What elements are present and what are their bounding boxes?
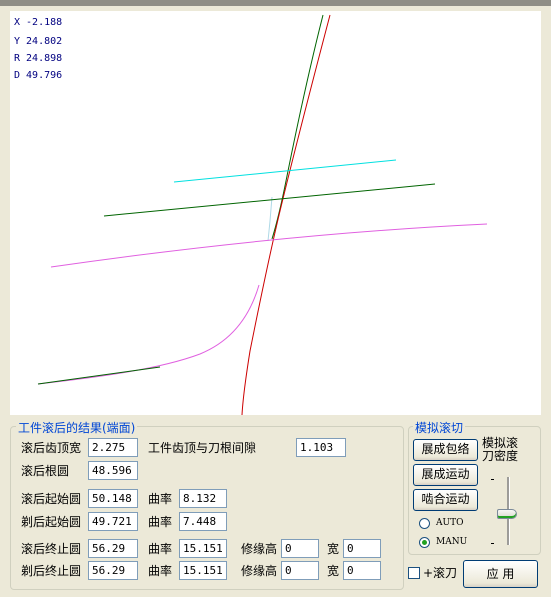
simulation-group: 模拟滚切 展成包络 展成运动 啮合运动 模拟滚 刀密度 AUTO MANU bbox=[408, 419, 541, 555]
results-group: 工件滚后的结果(端面) 滚后齿顶宽 2.275 工件齿顶与刀根间隙 1.103 … bbox=[10, 419, 404, 590]
hob-end-modification-field[interactable]: 0 bbox=[281, 539, 319, 558]
clearance-label: 工件齿顶与刀根间隙 bbox=[148, 441, 257, 455]
auto-radio-label: AUTO bbox=[436, 518, 464, 528]
hob-end-width-field[interactable]: 0 bbox=[343, 539, 381, 558]
shave-start-label: 剃后起始圆 bbox=[21, 515, 82, 529]
hob-start-curvature-label: 曲率 bbox=[148, 492, 173, 506]
shave-end-curvature-label: 曲率 bbox=[148, 564, 173, 578]
profile-curve-upper bbox=[271, 14, 324, 240]
workpiece-flank-curve bbox=[241, 14, 331, 415]
readout-r: R 24.898 bbox=[14, 53, 63, 64]
shave-start-field[interactable]: 49.721 bbox=[88, 512, 138, 531]
hob-end-width-label: 宽 bbox=[327, 542, 340, 556]
hob-end-curvature-field[interactable]: 15.151 bbox=[179, 539, 227, 558]
manu-radio-label: MANU bbox=[436, 537, 468, 547]
clearance-field[interactable]: 1.103 bbox=[296, 438, 346, 457]
generating-motion-button[interactable]: 展成运动 bbox=[413, 464, 478, 486]
hob-end-curvature-label: 曲率 bbox=[148, 542, 173, 556]
results-group-title: 工件滚后的结果(端面) bbox=[16, 419, 138, 436]
root-circle-label: 滚后根圆 bbox=[21, 464, 70, 478]
shave-end-label: 剃后终止圆 bbox=[21, 564, 82, 578]
profile-drawing bbox=[37, 14, 488, 415]
shave-end-curvature-field[interactable]: 15.151 bbox=[179, 561, 227, 580]
slider-tick-top bbox=[491, 479, 494, 480]
meshing-motion-button[interactable]: 啮合运动 bbox=[413, 489, 478, 511]
readout-y: Y 24.802 bbox=[14, 36, 63, 47]
top-width-field[interactable]: 2.275 bbox=[88, 438, 138, 457]
hob-start-curvature-field[interactable]: 8.132 bbox=[179, 489, 227, 508]
hob-start-field[interactable]: 50.148 bbox=[88, 489, 138, 508]
density-label-line2: 刀密度 bbox=[482, 449, 519, 463]
cutter-tip-line bbox=[173, 159, 397, 183]
shave-end-width-field[interactable]: 0 bbox=[343, 561, 381, 580]
manu-radio[interactable] bbox=[419, 537, 430, 548]
hob-end-label: 滚后终止圆 bbox=[21, 542, 82, 556]
shave-start-curvature-label: 曲率 bbox=[148, 515, 173, 529]
slider-tick-bottom bbox=[491, 543, 494, 544]
root-circle-field[interactable]: 48.596 bbox=[88, 461, 138, 480]
shave-end-field[interactable]: 56.29 bbox=[88, 561, 138, 580]
window-top-edge bbox=[0, 0, 551, 6]
profile-curve-lower bbox=[37, 366, 161, 385]
shave-end-modification-field[interactable]: 0 bbox=[281, 561, 319, 580]
shave-end-modification-label: 修缘高 bbox=[241, 564, 278, 578]
shave-start-curvature-field[interactable]: 7.448 bbox=[179, 512, 227, 531]
simulation-plot[interactable]: X -2.188 Y 24.802 R 24.898 D 49.796 bbox=[10, 11, 541, 415]
top-width-label: 滚后齿顶宽 bbox=[21, 441, 82, 455]
hob-start-label: 滚后起始圆 bbox=[21, 492, 82, 506]
tip-chamfer-curve bbox=[267, 196, 273, 242]
hob-end-modification-label: 修缘高 bbox=[241, 542, 278, 556]
readout-x: X -2.188 bbox=[14, 17, 63, 28]
envelope-button[interactable]: 展成包络 bbox=[413, 439, 478, 461]
hob-checkbox[interactable] bbox=[408, 567, 420, 579]
apply-button[interactable]: 应 用 bbox=[463, 560, 538, 588]
simulation-group-title: 模拟滚切 bbox=[413, 419, 466, 436]
pitch-line bbox=[103, 183, 436, 217]
auto-radio[interactable] bbox=[419, 518, 430, 529]
density-slider-thumb[interactable] bbox=[497, 508, 517, 519]
readout-d: D 49.796 bbox=[14, 70, 63, 81]
hob-checkbox-label: +滚刀 bbox=[423, 566, 458, 580]
shave-end-width-label: 宽 bbox=[327, 564, 340, 578]
hob-end-field[interactable]: 56.29 bbox=[88, 539, 138, 558]
root-fillet-curve bbox=[37, 284, 260, 385]
